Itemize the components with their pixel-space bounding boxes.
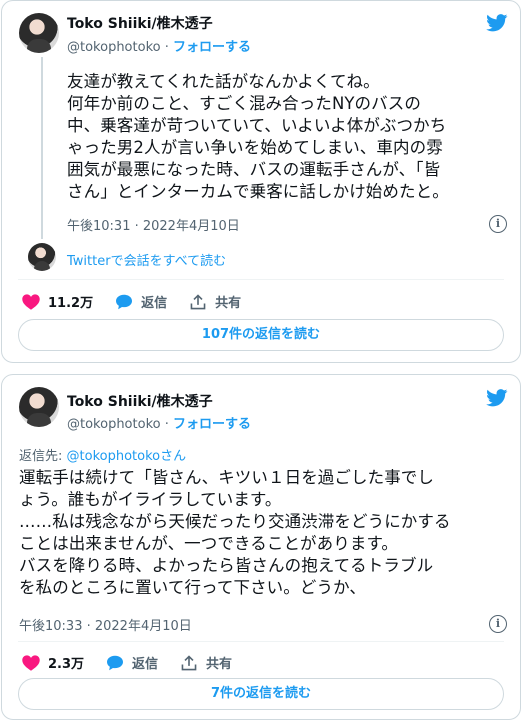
like-button[interactable]: 2.3万 <box>22 653 84 672</box>
tweet-timestamp[interactable]: 午後10:33 · 2022年4月10日 <box>19 615 192 634</box>
tweet-text: 友達が教えてくれた話がなんかよくてね。 何年か前のこと、すごく混み合ったNYのバ… <box>67 72 449 201</box>
separator-dot: · <box>164 40 169 55</box>
divider <box>18 279 504 280</box>
twitter-bird-icon[interactable] <box>486 14 508 32</box>
share-upload-icon <box>181 654 197 670</box>
like-count: 2.3万 <box>48 657 85 672</box>
reply-button[interactable]: 返信 <box>106 653 158 672</box>
replying-to-handle[interactable]: @tokophotokoさん <box>67 449 187 464</box>
read-replies-button[interactable]: 107件の返信を読む <box>18 319 504 351</box>
thread-line <box>41 57 43 239</box>
author-name[interactable]: Toko Shiiki/椎木透子 <box>67 13 213 33</box>
author-handle-row: @tokophotoko · フォローする <box>67 413 251 432</box>
share-label: 共有 <box>215 296 242 311</box>
info-icon[interactable]: i <box>489 615 507 633</box>
reply-label: 返信 <box>141 296 168 311</box>
follow-button[interactable]: フォローする <box>173 40 251 55</box>
author-handle[interactable]: @tokophotoko <box>67 40 161 55</box>
info-icon[interactable]: i <box>489 215 507 233</box>
avatar[interactable] <box>19 387 59 427</box>
read-replies-button[interactable]: 7件の返信を読む <box>18 678 504 710</box>
share-upload-icon <box>190 293 206 309</box>
reply-bubble-icon <box>107 655 124 670</box>
author-name[interactable]: Toko Shiiki/椎木透子 <box>67 391 213 411</box>
twitter-bird-icon[interactable] <box>486 389 508 407</box>
share-button[interactable]: 共有 <box>189 292 241 311</box>
follow-button[interactable]: フォローする <box>173 417 251 432</box>
share-button[interactable]: 共有 <box>180 653 232 672</box>
like-count: 11.2万 <box>48 296 94 311</box>
action-bar: 11.2万 返信 共有 <box>22 292 263 311</box>
divider <box>18 641 504 642</box>
replying-to-prefix: 返信先: <box>19 449 67 464</box>
author-handle-row: @tokophotoko · フォローする <box>67 36 251 55</box>
action-bar: 2.3万 返信 共有 <box>22 653 254 672</box>
like-button[interactable]: 11.2万 <box>22 292 93 311</box>
avatar[interactable] <box>28 243 56 271</box>
avatar[interactable] <box>19 13 59 53</box>
heart-icon <box>22 654 40 671</box>
read-conversation-link[interactable]: Twitterで会話をすべて読む <box>67 250 226 269</box>
share-label: 共有 <box>206 657 233 672</box>
reply-bubble-icon <box>116 294 133 309</box>
tweet-card: Toko Shiiki/椎木透子 @tokophotoko · フォローする 友… <box>1 0 521 363</box>
replying-to: 返信先: @tokophotokoさん <box>19 445 186 464</box>
reply-button[interactable]: 返信 <box>115 292 167 311</box>
tweet-card: Toko Shiiki/椎木透子 @tokophotoko · フォローする 返… <box>1 374 521 720</box>
reply-label: 返信 <box>132 657 159 672</box>
author-handle[interactable]: @tokophotoko <box>67 417 161 432</box>
heart-icon <box>22 293 40 310</box>
tweet-timestamp[interactable]: 午後10:31 · 2022年4月10日 <box>67 215 240 234</box>
separator-dot: · <box>164 417 169 432</box>
tweet-text: 運転手は続けて「皆さん、キツい１日を過ごした事でし ょう。誰もがイライラしていま… <box>19 468 451 597</box>
